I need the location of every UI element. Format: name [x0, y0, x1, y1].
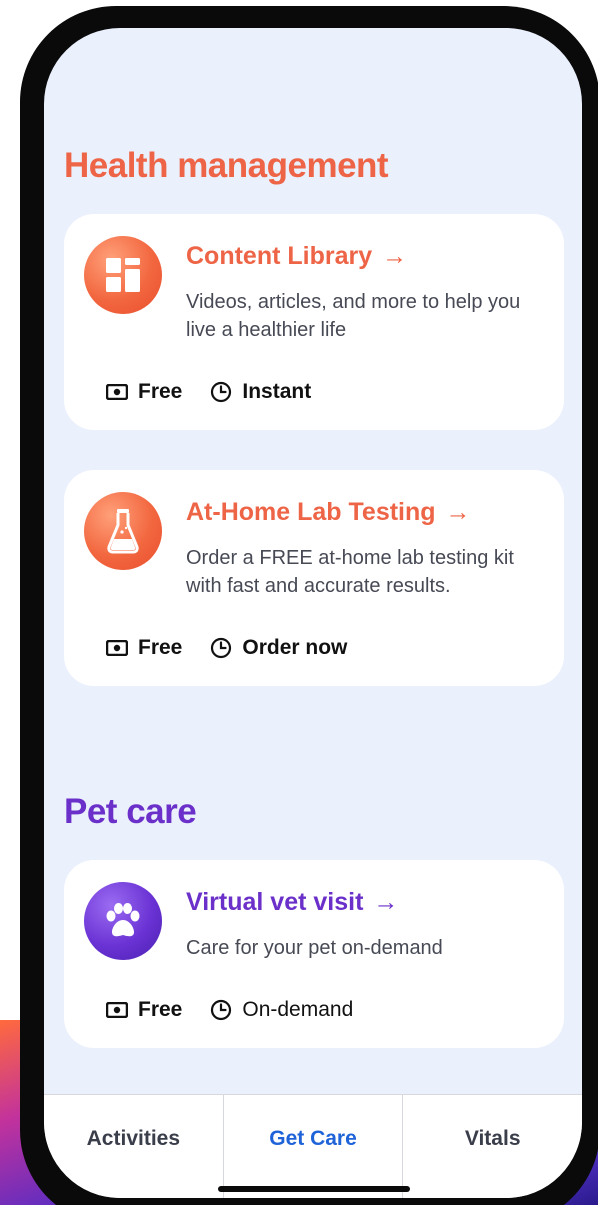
- flask-icon: [84, 492, 162, 570]
- timing-badge: On-demand: [210, 998, 353, 1022]
- virtual-vet-visit-card[interactable]: Virtual vet visit → Care for your pet on…: [64, 860, 564, 1048]
- pet-care-heading: Pet care: [64, 792, 197, 831]
- timing-label: Order now: [242, 636, 348, 659]
- grid-layout-icon: [84, 236, 162, 314]
- phone-screen: Health management Content Library → Vide…: [44, 28, 582, 1198]
- tab-vitals[interactable]: Vitals: [403, 1095, 582, 1198]
- virtual-vet-visit-title[interactable]: Virtual vet visit →: [186, 888, 398, 917]
- price-badge: Free: [106, 636, 182, 660]
- card-title-label: Virtual vet visit: [186, 888, 364, 916]
- cash-icon: [106, 640, 128, 656]
- content-library-card[interactable]: Content Library → Videos, articles, and …: [64, 214, 564, 430]
- arrow-right-icon: →: [373, 888, 399, 916]
- price-label: Free: [138, 998, 183, 1021]
- timing-badge: Order now: [210, 636, 347, 660]
- arrow-right-icon: →: [382, 242, 408, 270]
- card-meta: Free Order now: [106, 636, 375, 660]
- at-home-lab-testing-description: Order a FREE at-home lab testing kit wit…: [186, 547, 514, 597]
- timing-badge: Instant: [210, 380, 311, 404]
- virtual-vet-visit-description: Care for your pet on-demand: [186, 937, 443, 959]
- tab-activities[interactable]: Activities: [44, 1095, 223, 1198]
- paw-icon: [84, 882, 162, 960]
- card-meta: Free On-demand: [106, 998, 381, 1022]
- price-badge: Free: [106, 380, 182, 404]
- card-title-label: Content Library: [186, 242, 373, 270]
- home-indicator[interactable]: [218, 1186, 410, 1192]
- price-label: Free: [138, 380, 183, 403]
- card-meta: Free Instant: [106, 380, 339, 404]
- clock-icon: [211, 381, 232, 403]
- timing-label: On-demand: [242, 998, 354, 1021]
- clock-icon: [211, 637, 232, 659]
- timing-label: Instant: [242, 380, 312, 403]
- price-label: Free: [138, 636, 183, 659]
- tab-get-care[interactable]: Get Care: [222, 1095, 404, 1198]
- phone-mute-button: [30, 238, 44, 288]
- cash-icon: [106, 1002, 128, 1018]
- clock-icon: [211, 999, 232, 1021]
- at-home-lab-testing-title[interactable]: At-Home Lab Testing →: [186, 498, 471, 527]
- content-library-description: Videos, articles, and more to help you l…: [186, 291, 521, 341]
- content-library-title[interactable]: Content Library →: [186, 242, 407, 271]
- bottom-tab-bar: Activities Get Care Vitals: [44, 1094, 582, 1198]
- at-home-lab-testing-card[interactable]: At-Home Lab Testing → Order a FREE at-ho…: [64, 470, 564, 686]
- phone-volume-down-button: [30, 440, 44, 538]
- card-title-label: At-Home Lab Testing: [186, 498, 436, 526]
- price-badge: Free: [106, 998, 182, 1022]
- cash-icon: [106, 384, 128, 400]
- arrow-right-icon: →: [445, 498, 471, 526]
- health-management-heading: Health management: [64, 146, 389, 185]
- phone-volume-up-button: [30, 322, 44, 420]
